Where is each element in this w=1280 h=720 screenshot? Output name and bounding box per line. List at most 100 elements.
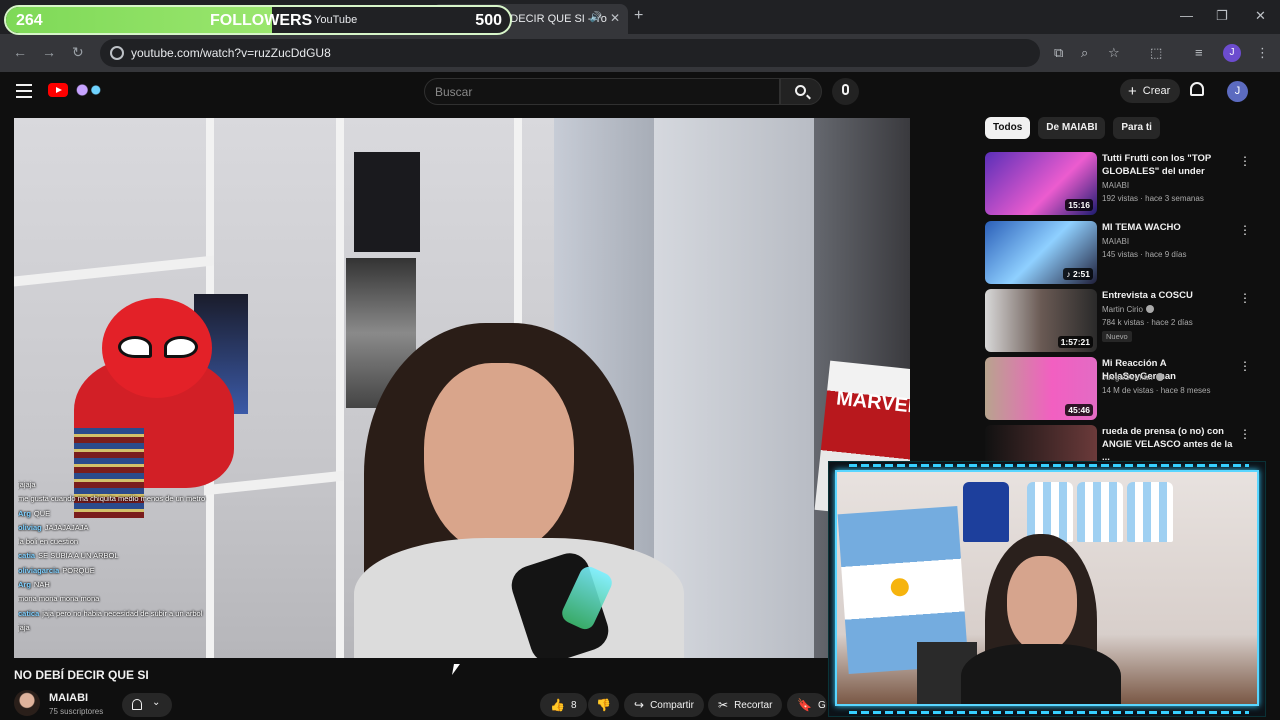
forward-icon[interactable]: → xyxy=(42,44,56,60)
recommendation-channel[interactable]: JuegaGerman xyxy=(1102,373,1153,382)
site-info-icon[interactable] xyxy=(110,46,124,60)
chat-text: jajaja xyxy=(18,480,36,489)
recommendation-channel[interactable]: Martin Cirio xyxy=(1102,305,1143,314)
channel-avatar[interactable] xyxy=(14,690,40,716)
chat-username: Arg xyxy=(18,508,31,518)
voice-search-button[interactable] xyxy=(832,78,859,105)
recommendation-item[interactable]: 1:57:21 Entrevista a COSCU Martin Cirio … xyxy=(985,289,1255,353)
chip-para-ti[interactable]: Para ti xyxy=(1113,117,1160,139)
microphone-icon xyxy=(842,84,849,95)
browser-profile-avatar[interactable]: J xyxy=(1223,44,1241,62)
bell-icon xyxy=(132,699,142,710)
back-icon[interactable]: ← xyxy=(13,44,27,60)
hamburger-menu-icon[interactable] xyxy=(16,84,32,98)
clip-button[interactable]: ✂ Recortar xyxy=(708,693,783,717)
recommendation-channel-row[interactable]: JuegaGerman xyxy=(1102,373,1164,382)
recommendation-item[interactable]: 45:46 Mi Reacción A HolaSoyGerman JuegaG… xyxy=(985,357,1255,421)
clip-label: Recortar xyxy=(734,699,773,711)
recommendation-meta: 192 vistas · hace 3 semanas xyxy=(1102,194,1204,203)
save-label: G xyxy=(817,699,826,711)
recommendation-item[interactable]: 15:16 Tutti Frutti con los "TOP GLOBALES… xyxy=(985,152,1255,216)
webcam-frame-bar xyxy=(849,464,1249,467)
more-options-icon[interactable]: ⋮ xyxy=(1239,359,1251,373)
youtube-logo-icon[interactable] xyxy=(48,83,68,97)
extensions-icon[interactable]: ⬚ xyxy=(1150,45,1162,61)
address-bar[interactable]: youtube.com/watch?v=ruzZucDdGU8 xyxy=(100,39,1040,67)
recommendation-channel[interactable]: MAIABI xyxy=(1102,181,1129,190)
recommendation-title[interactable]: MI TEMA WACHO xyxy=(1102,221,1238,234)
verified-icon xyxy=(1145,305,1154,313)
browser-toolbar: ← → ↻ youtube.com/watch?v=ruzZucDdGU8 ⧉ … xyxy=(0,34,1280,72)
streamer-face xyxy=(424,363,574,553)
video-title: NO DEBÍ DECIR QUE SI xyxy=(14,668,149,682)
zoom-icon[interactable]: ⌕ xyxy=(1081,45,1088,61)
save-button[interactable]: 🔖 G xyxy=(787,693,827,717)
dislike-button[interactable]: 👎 xyxy=(588,693,619,717)
more-options-icon[interactable]: ⋮ xyxy=(1239,223,1251,237)
plush-toy-eye xyxy=(164,336,198,358)
chat-message: la boli en cuestion xyxy=(18,535,278,549)
chat-message: oliviagarcia PORQUE xyxy=(18,564,278,578)
speaker-icon[interactable]: 🔊 xyxy=(590,12,602,23)
search-field[interactable] xyxy=(424,78,780,105)
thumbnail[interactable]: 1:57:21 xyxy=(985,289,1097,352)
account-avatar[interactable]: J xyxy=(1227,81,1248,102)
thumbnail[interactable]: ♪ 2:51 xyxy=(985,221,1097,284)
close-tab-icon[interactable]: ✕ xyxy=(610,11,620,25)
more-options-icon[interactable]: ⋮ xyxy=(1239,427,1251,441)
install-app-icon[interactable]: ⧉ xyxy=(1054,45,1063,61)
thumbnail[interactable]: 15:16 xyxy=(985,152,1097,215)
verified-icon xyxy=(1155,373,1164,381)
recommendation-channel[interactable]: MAIABI xyxy=(1102,237,1129,246)
bookmark-star-icon[interactable]: ☆ xyxy=(1108,45,1120,61)
url-text: youtube.com/watch?v=ruzZucDdGU8 xyxy=(131,46,331,60)
create-label: Crear xyxy=(1142,85,1171,97)
duration-badge: 45:46 xyxy=(1065,404,1093,416)
search-button[interactable] xyxy=(780,78,822,105)
create-button[interactable]: + Crear xyxy=(1120,79,1180,103)
duration-badge: ♪ 2:51 xyxy=(1063,268,1093,280)
thumbnail[interactable]: 45:46 xyxy=(985,357,1097,420)
share-button[interactable]: ↪ Compartir xyxy=(624,693,704,717)
more-options-icon[interactable]: ⋮ xyxy=(1239,154,1251,168)
chat-text: PORQUE xyxy=(62,565,95,575)
chip-todos[interactable]: Todos xyxy=(985,117,1031,139)
close-icon[interactable]: ✕ xyxy=(1255,8,1266,24)
tab-search-icon[interactable]: ≡ xyxy=(1195,45,1203,60)
minimize-icon[interactable]: — xyxy=(1180,8,1193,23)
recommendation-item[interactable]: ♪ 2:51 MI TEMA WACHO MAIABI 145 vistas ·… xyxy=(985,221,1255,285)
youtube-doodle-icon[interactable] xyxy=(72,81,106,99)
video-player[interactable]: MARVEL jajaja me gusta cuando ma chiquita… xyxy=(14,118,910,658)
chat-overlay: jajaja me gusta cuando ma chiquita medio … xyxy=(18,478,278,635)
recommendation-title[interactable]: Entrevista a COSCU xyxy=(1102,289,1238,302)
jersey xyxy=(1077,482,1123,542)
chat-message: Arg QUE xyxy=(18,507,278,521)
new-tab-icon[interactable]: + xyxy=(634,7,643,25)
duration-badge: 1:57:21 xyxy=(1057,336,1093,348)
chat-text: me gusta cuando ma chiquita medio menos … xyxy=(18,494,206,504)
reload-icon[interactable]: ↻ xyxy=(72,44,84,61)
recommendation-title[interactable]: rueda de prensa (o no) con ANGIE VELASCO… xyxy=(1102,425,1238,464)
like-button[interactable]: 👍 8 xyxy=(540,693,587,717)
streamer-face xyxy=(1007,556,1077,652)
duration-badge: 15:16 xyxy=(1065,199,1093,211)
recommendation-channel-row[interactable]: Martin Cirio xyxy=(1102,305,1154,314)
recommendation-meta: 784 k vistas · hace 2 días xyxy=(1102,318,1193,327)
poster xyxy=(354,152,420,252)
chat-message: mona mona mona mona xyxy=(18,592,278,606)
more-options-icon[interactable]: ⋮ xyxy=(1239,291,1251,305)
chip-de-maiabi[interactable]: De MAIABI xyxy=(1038,117,1106,139)
menu-dots-icon[interactable]: ⋮ xyxy=(1256,45,1269,61)
jersey xyxy=(1027,482,1073,542)
recommendation-meta: 14 M de vistas · hace 8 meses xyxy=(1102,386,1211,395)
chat-text: mona mona mona mona xyxy=(18,594,100,604)
streamer-shirt xyxy=(961,644,1121,704)
new-badge: Nuevo xyxy=(1102,331,1132,342)
subscribed-button[interactable]: ⌄ xyxy=(122,693,172,717)
search-input[interactable] xyxy=(425,79,779,105)
poster-text: MARVEL xyxy=(835,387,910,419)
channel-name[interactable]: MAIABI xyxy=(49,692,88,704)
maximize-icon[interactable]: ❐ xyxy=(1216,8,1228,24)
recommendation-title[interactable]: Tutti Frutti con los "TOP GLOBALES" del … xyxy=(1102,152,1238,178)
notifications-bell-icon[interactable] xyxy=(1190,82,1204,96)
